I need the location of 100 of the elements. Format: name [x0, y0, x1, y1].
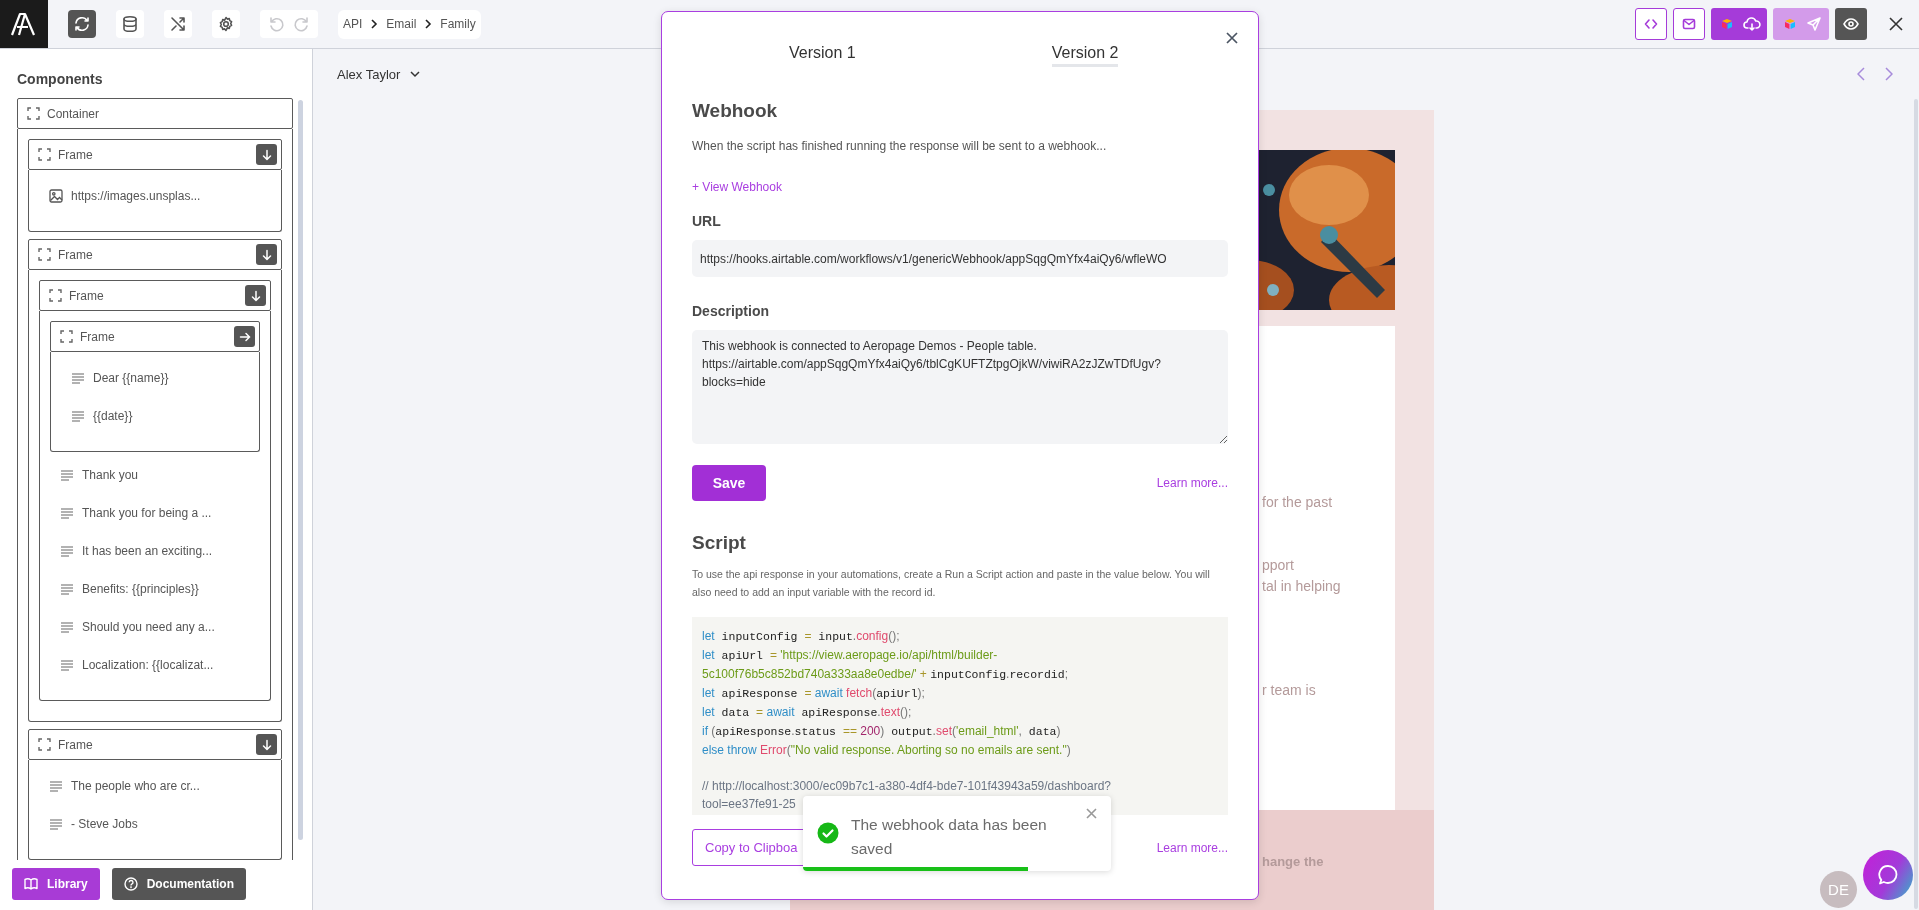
eye-icon	[1843, 18, 1859, 30]
scrollbar[interactable]	[298, 100, 303, 840]
learn-more-link[interactable]: Learn more...	[1156, 840, 1228, 855]
preview-button[interactable]	[1835, 8, 1867, 40]
down-arrow-button[interactable]	[256, 734, 277, 755]
component-label[interactable]: - Steve Jobs	[71, 816, 138, 831]
down-arrow-button[interactable]	[256, 144, 277, 165]
settings-button[interactable]	[212, 10, 240, 38]
component-label[interactable]: https://images.unsplas...	[71, 188, 201, 203]
code-line: if (apiResponse.status == 200) output.set('email_html', data)	[702, 723, 1062, 740]
frame-icon	[38, 738, 51, 751]
component-label[interactable]: It has been an exciting...	[82, 543, 213, 558]
section-title: Webhook	[692, 99, 779, 123]
down-arrow-icon	[260, 738, 273, 751]
settings-icon	[217, 15, 235, 33]
section-description: When the script has finished running the response will be sent to a webhook...	[692, 139, 1108, 153]
component-label[interactable]: Frame	[58, 737, 249, 752]
code-line: let inputConfig = input.config();	[702, 628, 901, 645]
code-line: else throw Error("No valid response. Aborting so no emails are sent.")	[702, 742, 1072, 759]
component-row[interactable]: Container	[17, 98, 293, 129]
down-arrow-icon	[260, 148, 273, 161]
airtable-download-button[interactable]	[1711, 8, 1767, 40]
component-label[interactable]: Frame	[58, 247, 249, 262]
code-line: let data = await apiResponse.text();	[702, 704, 913, 721]
frame-icon	[27, 107, 40, 120]
field-label: Description	[692, 303, 770, 319]
mail-icon	[1682, 17, 1696, 31]
text-lines-icon	[60, 544, 74, 557]
component-row[interactable]: Frame	[50, 321, 260, 352]
view-webhook-link[interactable]: + View Webhook	[692, 180, 782, 194]
component-row[interactable]: Frame	[28, 729, 282, 760]
code-line: let apiUrl = 'https://view.aeropage.io/api/html/builder-	[702, 647, 999, 664]
sync-icon	[73, 15, 91, 33]
component-label[interactable]: Thank you	[82, 467, 139, 482]
component-row[interactable]: Frame	[28, 139, 282, 170]
database-button[interactable]	[116, 10, 144, 38]
success-check-icon	[817, 822, 839, 844]
component-label[interactable]: Frame	[80, 329, 227, 344]
shuffle-icon	[169, 15, 187, 33]
undo-icon	[267, 15, 285, 33]
shuffle-button[interactable]	[164, 10, 192, 38]
text-lines-icon	[49, 779, 63, 792]
mail-button[interactable]	[1673, 8, 1705, 40]
chevron-right-icon	[1885, 67, 1893, 81]
down-arrow-button[interactable]	[256, 244, 277, 265]
close-icon	[1225, 31, 1239, 45]
help-icon	[123, 877, 138, 891]
component-label[interactable]: Container	[47, 106, 288, 121]
record-name[interactable]: Alex Taylor	[337, 66, 401, 82]
code-line: 5c100f76b5c852bd740a333aa8e0edbe/' + inputConfig.recordid;	[702, 666, 1069, 683]
component-label[interactable]: Frame	[58, 147, 249, 162]
close-icon	[1086, 808, 1097, 819]
component-label[interactable]: Frame	[69, 288, 238, 303]
component-label[interactable]: Dear {{name}}	[93, 370, 169, 385]
panel-title: Components	[17, 71, 104, 87]
library-button[interactable]: Library	[12, 868, 100, 900]
chevron-right-icon	[370, 19, 379, 29]
email-text: r team is	[1262, 681, 1317, 700]
component-label[interactable]: Localization: {{localizat...	[82, 657, 214, 672]
email-text: for the past	[1262, 493, 1334, 512]
text-lines-icon	[71, 371, 85, 384]
sync-button[interactable]	[68, 10, 96, 38]
cloud-download-icon	[1743, 16, 1761, 32]
url-field[interactable]: https://hooks.airtable.com/workflows/v1/genericWebhook/appSqgQmYfx4aiQy6/wfleWO	[692, 240, 1228, 277]
breadcrumb-link[interactable]: Email	[386, 17, 417, 31]
text-lines-icon	[60, 506, 74, 519]
save-button[interactable]: Save	[692, 465, 766, 501]
down-arrow-icon	[249, 289, 262, 302]
redo-icon	[293, 15, 311, 33]
component-label[interactable]: The people who are cr...	[71, 778, 200, 793]
book-icon	[24, 877, 38, 891]
component-label[interactable]: Thank you for being a ...	[82, 505, 212, 520]
section-description: To use the api response in your automations, create a Run a Script action and paste in the value below. You will also need to add an input variable with the record id.	[692, 567, 1211, 600]
down-arrow-button[interactable]	[245, 285, 266, 306]
learn-more-link[interactable]: Learn more...	[1156, 476, 1228, 490]
text-lines-icon	[60, 658, 74, 671]
right-arrow-button[interactable]	[234, 326, 255, 347]
frame-icon	[38, 248, 51, 261]
chevron-left-icon	[1857, 67, 1865, 81]
chevron-down-icon	[410, 70, 421, 78]
code-button[interactable]	[1635, 8, 1667, 40]
breadcrumb-link[interactable]: Family	[440, 17, 476, 31]
code-icon	[1644, 17, 1658, 31]
breadcrumb-link[interactable]: API	[343, 17, 363, 31]
chat-bubble-icon	[1877, 864, 1899, 886]
version-tab[interactable]: Version 1	[789, 43, 856, 67]
chat-button[interactable]	[1863, 850, 1913, 900]
component-row[interactable]: Frame	[39, 280, 271, 311]
component-label[interactable]: Should you need any a...	[82, 619, 215, 634]
frame-icon	[60, 330, 73, 343]
component-row[interactable]: Frame	[28, 239, 282, 270]
component-label[interactable]: Benefits: {{principles}}	[82, 581, 199, 596]
field-label: URL	[692, 213, 722, 229]
record-picker[interactable]: Alex Taylor	[337, 66, 421, 82]
text-lines-icon	[60, 620, 74, 633]
send-icon	[1806, 16, 1822, 32]
documentation-button[interactable]: Documentation	[111, 868, 247, 900]
component-label[interactable]: {{date}}	[93, 408, 133, 423]
description-field[interactable]: This webhook is connected to Aeropage Demos - People table. https://airtable.com/appSqgQmYfx4aiQy6/tblCgKUFTZtpgOjkW/viwiRA2zJZwTDfUgv? blocks=hide	[692, 330, 1228, 444]
version-tab[interactable]: Version 2	[1051, 43, 1119, 67]
